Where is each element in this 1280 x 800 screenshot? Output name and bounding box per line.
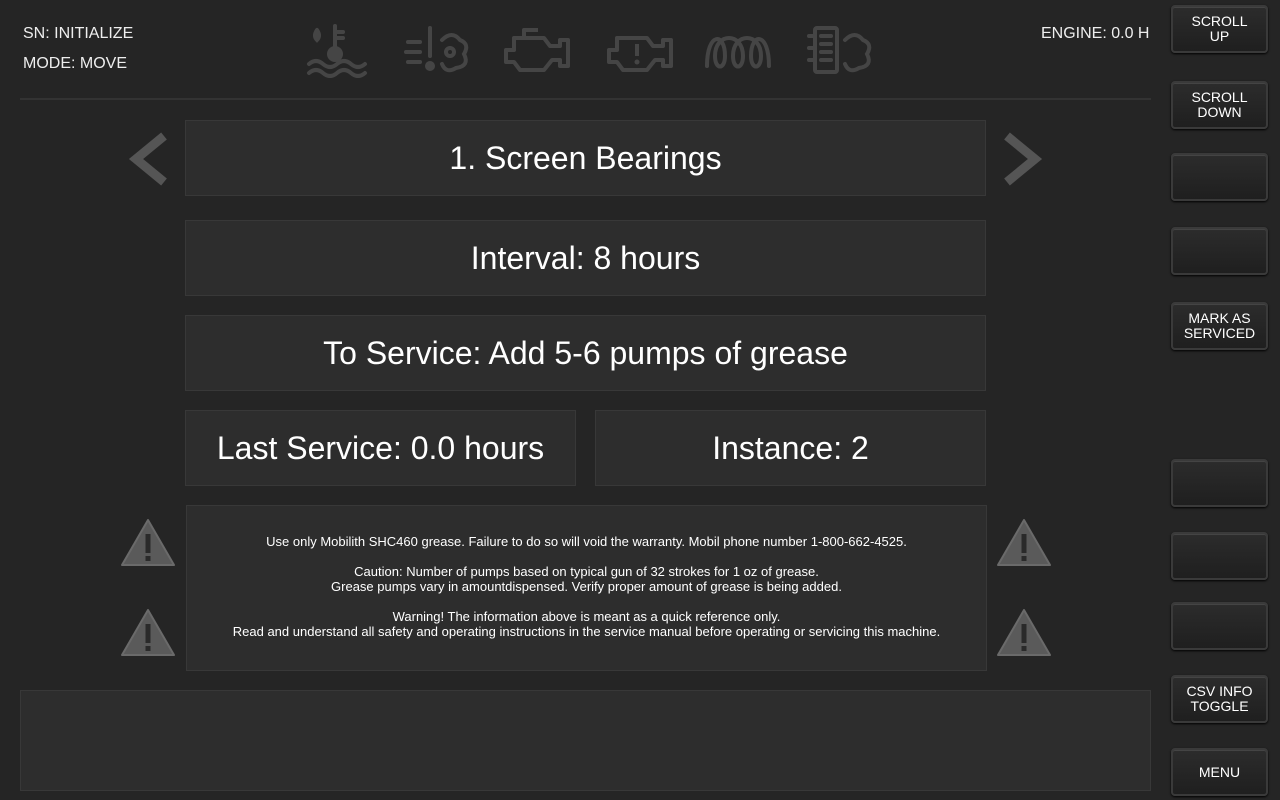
notice-manual-line: Read and understand all safety and opera…	[232, 624, 941, 639]
softkey-8-button[interactable]	[1171, 602, 1268, 650]
warning-triangle-icon	[121, 519, 175, 566]
softkey-6-button[interactable]	[1171, 459, 1268, 507]
warning-triangle-icon	[997, 519, 1051, 566]
safety-notice: Use only Mobilith SHC460 grease. Failure…	[186, 505, 987, 671]
notice-warning-line: Warning! The information above is meant …	[392, 609, 781, 624]
last-service-panel: Last Service: 0.0 hours	[185, 410, 576, 486]
interval-text: Interval: 8 hours	[470, 239, 701, 276]
scroll-down-button[interactable]: SCROLL DOWN	[1171, 81, 1268, 129]
softkey-3-button[interactable]	[1171, 153, 1268, 201]
header-divider	[20, 98, 1151, 100]
previous-task-arrow-icon[interactable]	[128, 132, 168, 186]
message-bar	[20, 690, 1151, 791]
task-title-panel: 1. Screen Bearings	[185, 120, 986, 196]
check-engine-icon	[504, 28, 570, 72]
warning-triangle-icon	[121, 609, 175, 656]
instance-text: Instance: 2	[712, 429, 869, 466]
next-task-arrow-icon[interactable]	[1003, 132, 1043, 186]
menu-button[interactable]: MENU	[1171, 748, 1268, 796]
csv-info-toggle-button[interactable]: CSV INFO TOGGLE	[1171, 675, 1268, 723]
notice-caution-line: Caution: Number of pumps based on typica…	[354, 564, 819, 579]
warning-triangle-icon	[997, 609, 1051, 656]
glow-plug-icon	[705, 36, 771, 69]
scroll-up-button[interactable]: SCROLL UP	[1171, 5, 1268, 53]
serial-number: SN: INITIALIZE	[23, 25, 134, 42]
to-service-panel: To Service: Add 5-6 pumps of grease	[185, 315, 986, 391]
engine-hours: ENGINE: 0.0 H	[1041, 25, 1150, 42]
coolant-temp-icon	[307, 24, 367, 78]
dpf-regeneration-icon	[807, 26, 872, 74]
softkey-4-button[interactable]	[1171, 227, 1268, 275]
mode-status: MODE: MOVE	[23, 55, 128, 72]
engine-warning-icon	[607, 36, 673, 72]
notice-pumps-line: Grease pumps vary in amountdispensed. Ve…	[331, 579, 842, 594]
mark-as-serviced-button[interactable]: MARK AS SERVICED	[1171, 302, 1268, 350]
task-title: 1. Screen Bearings	[449, 139, 722, 176]
interval-panel: Interval: 8 hours	[185, 220, 986, 296]
warning-exhaust-icon	[404, 26, 469, 73]
last-service-text: Last Service: 0.0 hours	[216, 429, 545, 466]
softkey-7-button[interactable]	[1171, 532, 1268, 580]
screen: SN: INITIALIZE MODE: MOVE ENGINE: 0.0 H	[0, 0, 1280, 800]
to-service-text: To Service: Add 5-6 pumps of grease	[323, 334, 848, 371]
notice-grease-line: Use only Mobilith SHC460 grease. Failure…	[266, 534, 907, 549]
instance-panel: Instance: 2	[595, 410, 986, 486]
